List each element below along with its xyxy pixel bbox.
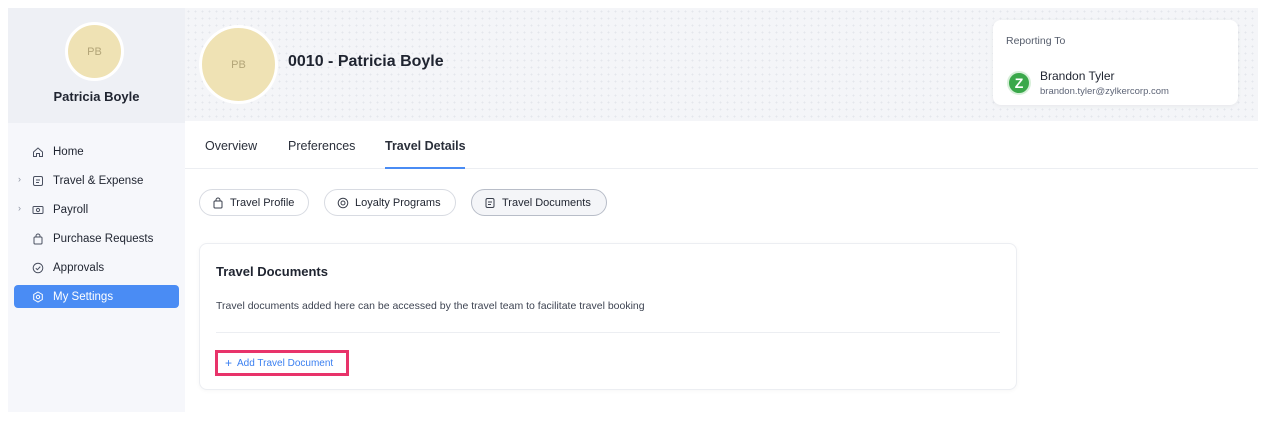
avatar[interactable]: PB (199, 25, 278, 104)
sidebar-item-label: Travel & Expense (53, 174, 144, 187)
subtab-loyalty-programs[interactable]: Loyalty Programs (324, 189, 456, 216)
sidebar: PB Patricia Boyle Home › Travel & Expens… (8, 8, 185, 412)
check-circle-icon (32, 262, 44, 274)
sidebar-item-purchase-requests[interactable]: Purchase Requests (8, 224, 185, 253)
sidebar-nav: Home › Travel & Expense › Payroll Purcha… (8, 137, 185, 308)
chevron-right-icon[interactable]: › (18, 174, 21, 184)
target-icon (337, 197, 349, 209)
subtab-travel-documents[interactable]: Travel Documents (471, 189, 607, 216)
company-logo-icon: Z (1007, 71, 1031, 95)
money-icon (32, 204, 44, 216)
document-icon (484, 197, 496, 209)
reporting-to-label: Reporting To (1006, 35, 1066, 47)
sidebar-item-label: Approvals (53, 261, 105, 274)
travel-documents-card: Travel Documents Travel documents added … (199, 243, 1017, 390)
sidebar-profile: PB Patricia Boyle (8, 8, 185, 123)
plus-icon: + (225, 356, 233, 370)
sidebar-item-label: Payroll (53, 203, 89, 216)
sidebar-item-my-settings[interactable]: My Settings (14, 285, 179, 308)
subtab-label: Travel Documents (502, 196, 591, 209)
sidebar-item-label: Home (53, 145, 84, 158)
subtab-travel-profile[interactable]: Travel Profile (199, 189, 309, 216)
avatar[interactable]: PB (65, 22, 124, 81)
bag-icon (32, 233, 44, 245)
card-description: Travel documents added here can be acces… (216, 300, 645, 312)
tab-overview[interactable]: Overview (205, 139, 257, 153)
tab-preferences[interactable]: Preferences (288, 139, 355, 153)
card-title: Travel Documents (216, 264, 328, 279)
document-icon (32, 175, 44, 187)
sidebar-user-name: Patricia Boyle (53, 89, 140, 104)
tab-travel-details[interactable]: Travel Details (385, 139, 466, 153)
subtab-label: Travel Profile (230, 196, 295, 209)
settings-icon (32, 290, 44, 303)
chevron-right-icon[interactable]: › (18, 203, 21, 213)
manager-name[interactable]: Brandon Tyler (1040, 69, 1115, 83)
home-icon (32, 146, 44, 158)
divider (216, 332, 1000, 333)
sidebar-item-travel-expense[interactable]: › Travel & Expense (8, 166, 185, 195)
page-title: 0010 - Patricia Boyle (288, 53, 444, 70)
sidebar-item-approvals[interactable]: Approvals (8, 253, 185, 282)
subtab-label: Loyalty Programs (355, 196, 441, 209)
sidebar-item-label: Purchase Requests (53, 232, 154, 245)
profile-banner: PB 0010 - Patricia Boyle Reporting To Z … (185, 8, 1258, 121)
sidebar-item-label: My Settings (53, 290, 114, 303)
bag-icon (212, 197, 224, 209)
active-tab-indicator (385, 167, 465, 169)
manager-email: brandon.tyler@zylkercorp.com (1040, 86, 1169, 97)
add-travel-document-button[interactable]: + Add Travel Document (215, 350, 349, 376)
sidebar-item-home[interactable]: Home (8, 137, 185, 166)
sidebar-item-payroll[interactable]: › Payroll (8, 195, 185, 224)
reporting-to-card: Reporting To Z Brandon Tyler brandon.tyl… (993, 20, 1238, 105)
tab-bar: Overview Preferences Travel Details (185, 121, 1258, 169)
add-button-label: Add Travel Document (237, 357, 334, 369)
